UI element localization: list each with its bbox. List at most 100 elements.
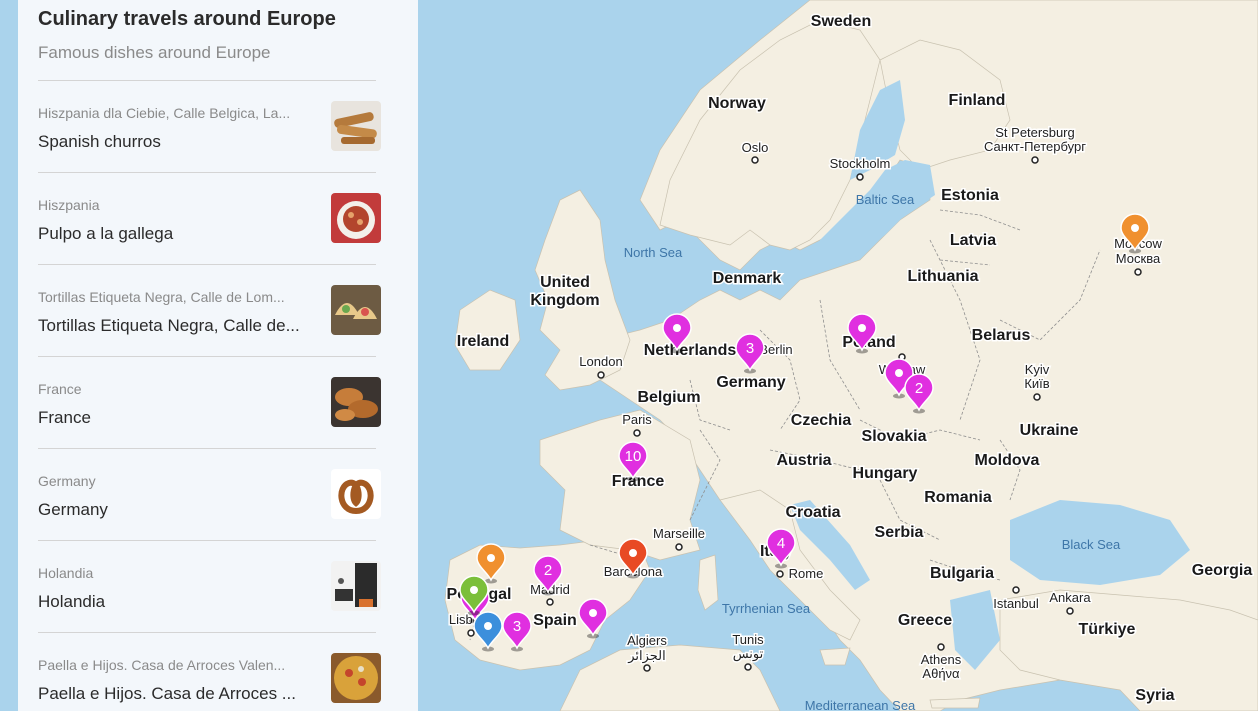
svg-text:Kyiv: Kyiv [1025,362,1050,377]
pulpo-photo [331,193,381,243]
pin-dot [673,324,681,332]
svg-text:Stockholm: Stockholm [830,156,891,171]
pin-dot [895,369,903,377]
list-item-title: France [38,408,91,427]
svg-text:Istanbul: Istanbul [993,596,1039,611]
pin-dot [858,324,866,332]
list-item-title: Paella e Hijos. Casa de Arroces ... [38,684,296,703]
pin-count: 3 [746,340,754,357]
svg-text:Denmark: Denmark [713,270,782,287]
list-item-subtitle: Holandia [38,565,94,581]
svg-text:Türkiye: Türkiye [1079,621,1136,638]
svg-text:Marseille: Marseille [653,526,705,541]
svg-text:الجزائر: الجزائر [627,648,666,664]
svg-text:Croatia: Croatia [785,504,840,521]
list-item[interactable]: Tortillas Etiqueta Negra, Calle de Lom..… [18,265,418,356]
paella-photo [331,653,381,703]
croissant-photo [331,377,381,427]
svg-text:Baltic Sea: Baltic Sea [856,192,915,207]
svg-text:Mediterranean Sea: Mediterranean Sea [805,698,916,711]
svg-text:Tyrrhenian Sea: Tyrrhenian Sea [722,601,811,616]
svg-text:Oslo: Oslo [742,140,769,155]
svg-text:Ankara: Ankara [1049,590,1091,605]
list-item-subtitle: Tortillas Etiqueta Negra, Calle de Lom..… [38,289,285,305]
list-item-subtitle: Germany [38,473,96,489]
pin-dot [589,609,597,617]
list-item-title: Tortillas Etiqueta Negra, Calle de... [38,316,300,335]
pin-count: 3 [513,618,521,635]
svg-text:Austria: Austria [776,452,831,469]
svg-text:Belarus: Belarus [972,327,1031,344]
panel-title: Culinary travels around Europe [38,8,336,30]
svg-text:Germany: Germany [716,374,785,391]
list-item-subtitle: Hiszpania dla Ciebie, Calle Belgica, La.… [38,105,291,121]
svg-text:Czechia: Czechia [791,412,852,429]
svg-text:Lithuania: Lithuania [907,268,978,285]
svg-text:Greece: Greece [898,612,952,629]
svg-text:France: France [612,473,665,490]
svg-text:St Petersburg: St Petersburg [995,125,1075,140]
pin-count: 2 [544,562,552,579]
svg-text:Syria: Syria [1135,687,1174,704]
list-item[interactable]: Hiszpania Pulpo a la gallega [18,173,418,264]
list-item[interactable]: Paella e Hijos. Casa de Arroces Valen...… [18,633,418,711]
pin-count: 10 [625,448,642,465]
pin-dot [1131,224,1139,232]
pretzel-photo [331,469,381,519]
svg-text:Netherlands: Netherlands [644,342,737,359]
svg-text:Санкт-Петербург: Санкт-Петербург [984,139,1086,154]
svg-text:London: London [579,354,622,369]
svg-text:Finland: Finland [949,92,1006,109]
list-item[interactable]: Holandia Holandia [18,541,418,632]
svg-text:Slovakia: Slovakia [862,428,927,445]
svg-text:Moldova: Moldova [975,452,1040,469]
svg-text:Ireland: Ireland [457,333,509,350]
svg-text:Αθήνα: Αθήνα [922,666,960,681]
svg-text:Latvia: Latvia [950,232,996,249]
list-item-title: Pulpo a la gallega [38,224,174,243]
pin-count: 4 [777,535,785,552]
svg-text:Rome: Rome [789,566,824,581]
pin-dot [484,622,492,630]
svg-text:Spain: Spain [533,612,577,629]
pin-dot [487,554,495,562]
waffle-photo [331,561,381,611]
svg-text:Athens: Athens [921,652,962,667]
svg-text:United: United [540,274,590,291]
list-item-title: Germany [38,500,108,519]
panel-subtitle: Famous dishes around Europe [38,43,271,62]
pin-dot [470,586,478,594]
svg-text:Georgia: Georgia [1192,562,1253,579]
svg-text:Black Sea: Black Sea [1062,537,1121,552]
svg-text:Київ: Київ [1024,376,1049,391]
pin-dot [629,549,637,557]
list-item-subtitle: Hiszpania [38,197,100,213]
panel-header: Culinary travels around Europe Famous di… [18,0,418,64]
svg-text:Norway: Norway [708,95,766,112]
svg-text:Kingdom: Kingdom [530,292,599,309]
list-item[interactable]: Hiszpania dla Ciebie, Calle Belgica, La.… [18,81,418,172]
svg-text:Bulgaria: Bulgaria [930,565,994,582]
svg-text:Hungary: Hungary [853,465,918,482]
list-item[interactable]: Germany Germany [18,449,418,540]
svg-text:Tunis: Tunis [732,632,764,647]
list-item[interactable]: France France [18,357,418,448]
svg-text:Serbia: Serbia [875,524,924,541]
svg-text:Algiers: Algiers [627,633,667,648]
list-item-subtitle: Paella e Hijos. Casa de Arroces Valen... [38,657,286,673]
svg-text:Estonia: Estonia [941,187,999,204]
places-panel[interactable]: Culinary travels around Europe Famous di… [18,0,418,711]
svg-text:Paris: Paris [622,412,652,427]
svg-text:Москва: Москва [1116,251,1161,266]
svg-text:Sweden: Sweden [811,13,871,30]
pin-count: 2 [915,380,923,397]
list-item-subtitle: France [38,381,82,397]
svg-text:Romania: Romania [924,489,992,506]
churros-photo [331,101,381,151]
svg-text:تونس: تونس [733,646,764,662]
list-item-title: Holandia [38,592,106,611]
svg-text:Belgium: Belgium [637,389,700,406]
list-item-title: Spanish churros [38,132,161,151]
svg-text:Ukraine: Ukraine [1020,422,1079,439]
tacos-photo [331,285,381,335]
